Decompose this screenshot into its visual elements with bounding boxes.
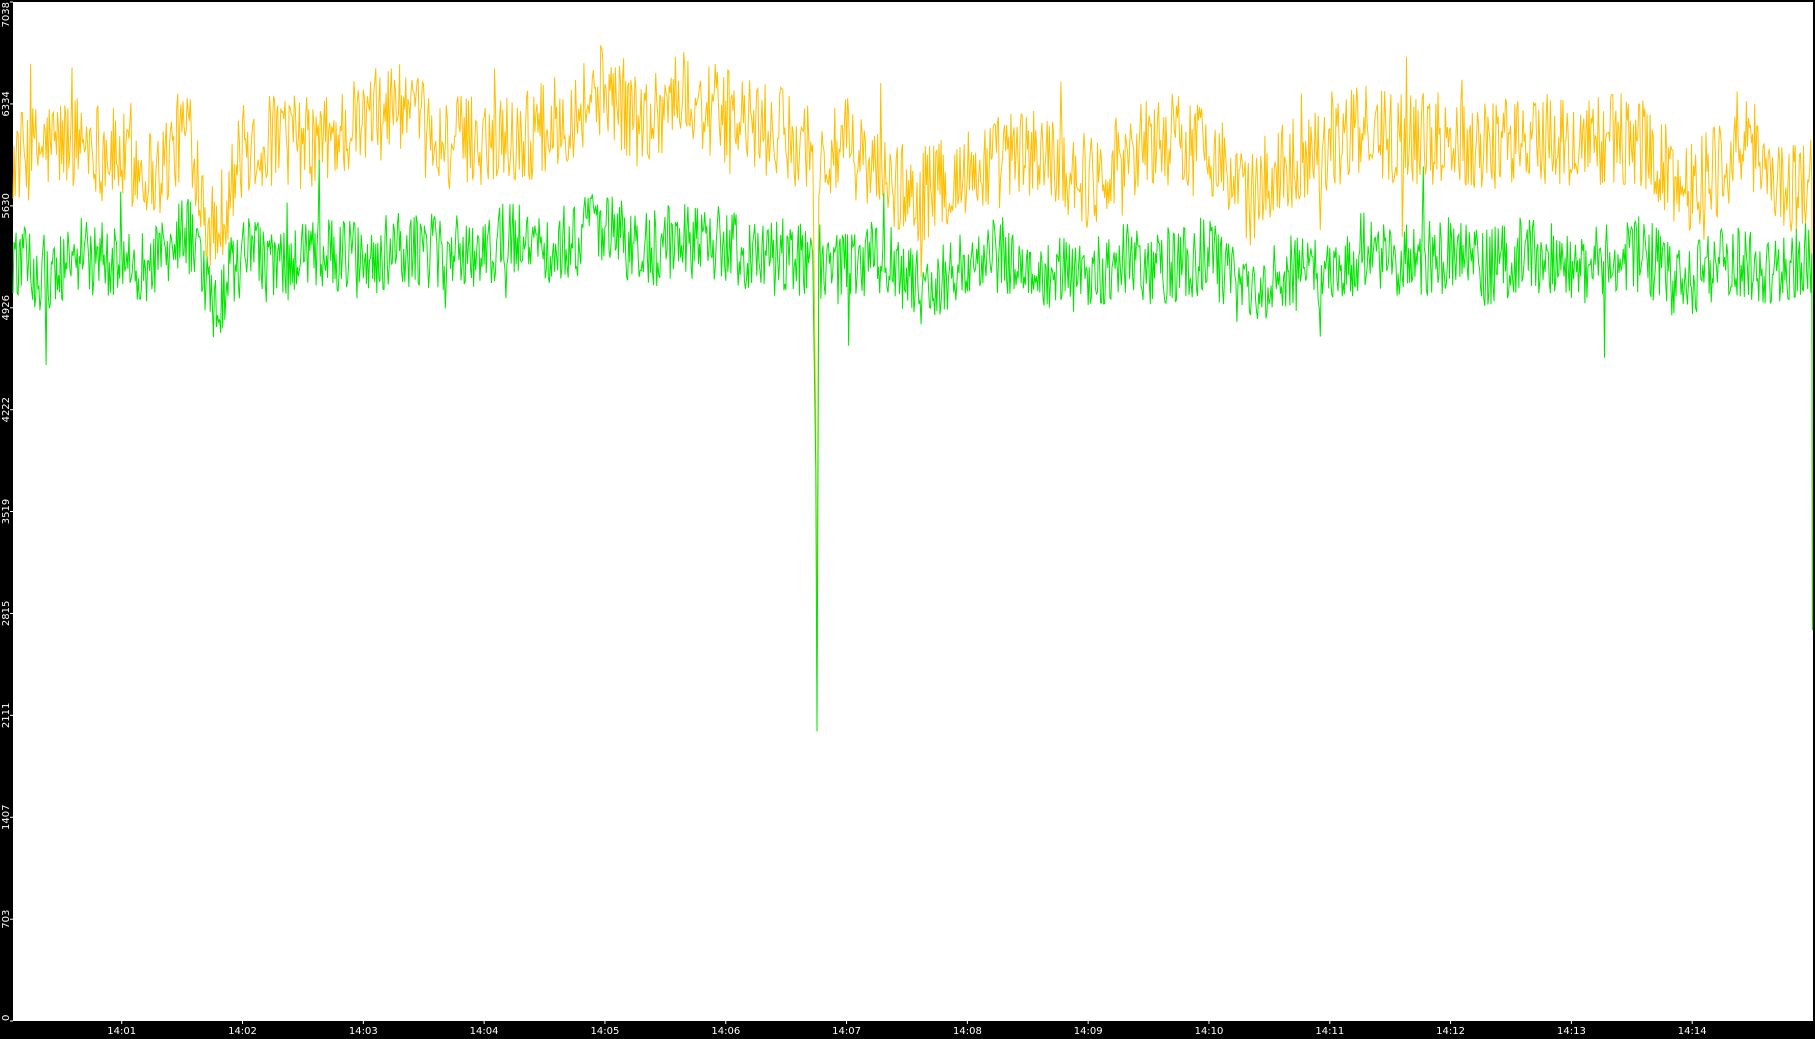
x-tick-label: 14:05 <box>590 1026 619 1037</box>
y-tick-label: 7038 <box>1 2 12 27</box>
y-axis: 0 703 1407 2111 2815 3519 4222 4926 5630 6334 7038 <box>1 1 13 1022</box>
x-tick-label: 14:14 <box>1678 1026 1707 1037</box>
x-tick-label: 14:08 <box>953 1026 982 1037</box>
y-tick-label: 5630 <box>1 193 12 218</box>
line-chart: 0 703 1407 2111 2815 3519 4222 4926 5630 6334 7038… <box>1 1 1813 1037</box>
y-tick-label: 4222 <box>1 397 12 422</box>
x-tick-label: 14:06 <box>711 1026 740 1037</box>
y-tick-label: 703 <box>1 910 12 929</box>
x-tick-label: 14:02 <box>228 1026 257 1037</box>
y-tick-label: 1407 <box>1 805 12 830</box>
plot-area <box>13 2 1813 1021</box>
x-tick-label: 14:09 <box>1074 1026 1103 1037</box>
y-tick-label: 3519 <box>1 499 12 524</box>
y-tick-label: 4926 <box>1 295 12 320</box>
x-tick-label: 14:12 <box>1436 1026 1465 1037</box>
y-tick-label: 0 <box>1 1015 12 1021</box>
x-tick-label: 14:03 <box>349 1026 378 1037</box>
chart-container: 0 703 1407 2111 2815 3519 4222 4926 5630 6334 7038… <box>0 0 1815 1039</box>
y-tick-label: 6334 <box>1 91 12 116</box>
x-tick-label: 14:11 <box>1315 1026 1344 1037</box>
y-tick-label: 2111 <box>1 703 12 728</box>
x-axis: 14:01 14:02 14:03 14:04 14:05 14:06 14:07 14:08… <box>107 1021 1707 1037</box>
x-tick-label: 14:04 <box>470 1026 499 1037</box>
x-tick-label: 14:01 <box>107 1026 136 1037</box>
y-tick-label: 2815 <box>1 601 12 626</box>
x-tick-label: 14:07 <box>832 1026 861 1037</box>
x-tick-label: 14:10 <box>1195 1026 1224 1037</box>
x-tick-label: 14:13 <box>1557 1026 1586 1037</box>
